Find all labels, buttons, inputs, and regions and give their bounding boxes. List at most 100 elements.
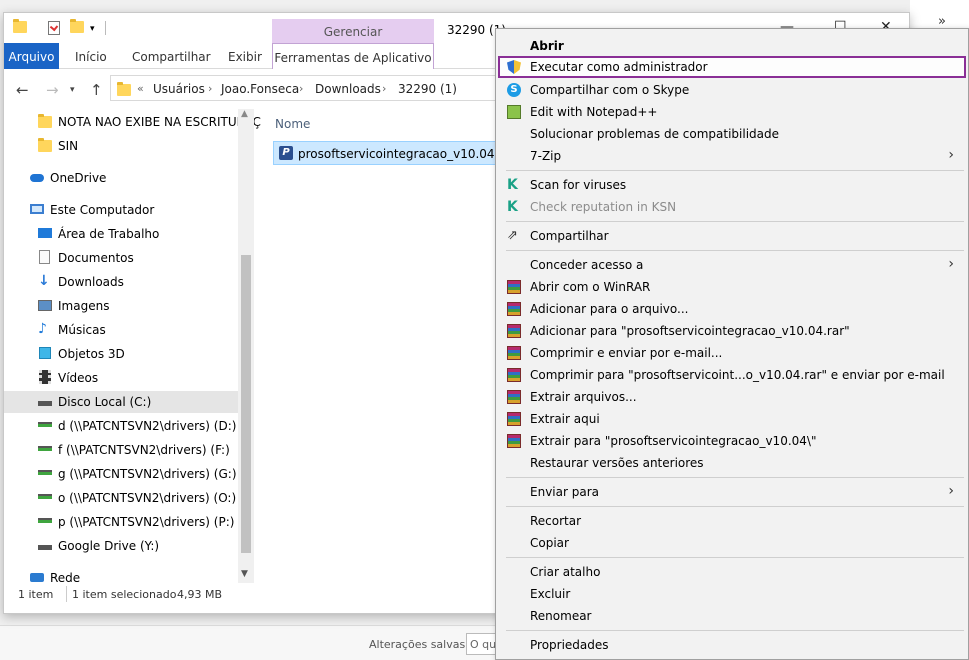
breadcrumb-current[interactable]: 32290 (1) bbox=[398, 82, 457, 96]
menu-item-solucionar-compatibilidade[interactable]: Solucionar problemas de compatibilidade bbox=[498, 123, 966, 145]
qat-dropdown-icon[interactable]: ▾ bbox=[90, 24, 95, 34]
column-header-name[interactable]: Nome bbox=[275, 117, 310, 131]
menu-item-excluir[interactable]: Excluir bbox=[498, 583, 966, 605]
menu-item-restaurar-versoes[interactable]: Restaurar versões anteriores bbox=[498, 452, 966, 474]
tab-ferramentas-aplicativo[interactable]: Ferramentas de Aplicativo bbox=[272, 43, 434, 69]
downloads-icon: ↓ bbox=[38, 273, 50, 289]
menu-item-extrair-aqui[interactable]: Extrair aqui bbox=[498, 408, 966, 430]
menu-separator bbox=[506, 477, 964, 478]
network-icon bbox=[30, 570, 44, 584]
music-icon: ♪ bbox=[38, 321, 47, 337]
menu-item-adicionar-arquivo[interactable]: Adicionar para o arquivo... bbox=[498, 298, 966, 320]
drive-icon bbox=[38, 538, 52, 552]
drive-icon bbox=[38, 394, 52, 408]
menu-item-extrair-para[interactable]: Extrair para "prosoftservicointegracao_v… bbox=[498, 430, 966, 452]
menu-item-scan-virus[interactable]: K Scan for viruses bbox=[498, 174, 966, 196]
nav-item-videos[interactable]: Vídeos bbox=[38, 367, 238, 389]
manage-tab-group: Gerenciar bbox=[272, 19, 434, 43]
menu-item-check-reputation-ksn: K Check reputation in KSN bbox=[507, 199, 677, 215]
tab-inicio[interactable]: Início bbox=[75, 43, 107, 69]
nav-item-nota[interactable]: NOTA NAO EXIBE NA ESCRITURAÇ bbox=[38, 111, 261, 133]
up-arrow-icon[interactable]: ↑ bbox=[90, 81, 103, 99]
folder-icon[interactable] bbox=[13, 19, 27, 35]
winrar-icon bbox=[507, 368, 521, 382]
file-row[interactable]: P prosoftservicointegracao_v10.04.exe bbox=[273, 141, 520, 165]
nav-item-este-computador[interactable]: Este Computador bbox=[30, 199, 230, 221]
nav-item-sin[interactable]: SIN bbox=[38, 135, 238, 157]
menu-item-copiar[interactable]: Copiar bbox=[498, 532, 966, 554]
tab-arquivo[interactable]: Arquivo bbox=[4, 43, 59, 69]
menu-item-adicionar-rar[interactable]: Adicionar para "prosoftservicointegracao… bbox=[498, 320, 966, 342]
menu-item-enviar-para[interactable]: Enviar para › bbox=[498, 481, 966, 503]
menu-item-criar-atalho[interactable]: Criar atalho bbox=[498, 561, 966, 583]
forward-arrow-icon[interactable]: → bbox=[46, 81, 59, 99]
nav-item-downloads[interactable]: ↓ Downloads bbox=[38, 271, 238, 293]
nav-pane-scrollbar[interactable]: ▲ ▼ bbox=[238, 109, 254, 583]
nav-item-drive-p[interactable]: p (\\PATCNTSVN2\drivers) (P:) bbox=[38, 511, 238, 533]
scroll-thumb[interactable] bbox=[241, 255, 251, 553]
nav-item-area-de-trabalho[interactable]: Área de Trabalho bbox=[38, 223, 238, 245]
new-folder-icon[interactable] bbox=[70, 19, 84, 35]
network-drive-icon bbox=[38, 418, 52, 432]
menu-item-recortar[interactable]: Recortar bbox=[498, 510, 966, 532]
status-size: 4,93 MB bbox=[177, 588, 223, 601]
background-chevron-icon[interactable]: » bbox=[938, 14, 946, 29]
onedrive-icon bbox=[30, 170, 44, 184]
menu-item-renomear[interactable]: Renomear bbox=[498, 605, 966, 627]
status-selection: 1 item selecionado bbox=[72, 588, 177, 601]
exe-icon: P bbox=[279, 146, 293, 160]
properties-icon[interactable] bbox=[48, 21, 60, 35]
menu-separator bbox=[506, 557, 964, 558]
nav-item-google-drive[interactable]: Google Drive (Y:) bbox=[38, 535, 238, 557]
network-drive-icon bbox=[38, 490, 52, 504]
winrar-icon bbox=[507, 390, 521, 404]
computer-icon bbox=[30, 202, 44, 216]
menu-item-abrir[interactable]: Abrir bbox=[498, 35, 966, 57]
nav-item-documentos[interactable]: Documentos bbox=[38, 247, 238, 269]
tab-exibir[interactable]: Exibir bbox=[228, 43, 262, 69]
nav-item-objetos-3d[interactable]: Objetos 3D bbox=[38, 343, 238, 365]
nav-item-drive-f[interactable]: f (\\PATCNTSVN2\drivers) (F:) bbox=[38, 439, 238, 461]
scroll-up-arrow-icon[interactable]: ▲ bbox=[241, 109, 248, 119]
tab-compartilhar[interactable]: Compartilhar bbox=[132, 43, 211, 69]
nav-item-imagens[interactable]: Imagens bbox=[38, 295, 238, 317]
menu-item-abrir-winrar[interactable]: Abrir com o WinRAR bbox=[498, 276, 966, 298]
network-drive-icon bbox=[38, 514, 52, 528]
nav-item-drive-o[interactable]: o (\\PATCNTSVN2\drivers) (O:) bbox=[38, 487, 238, 509]
breadcrumb-separator[interactable]: › bbox=[299, 82, 303, 95]
submenu-arrow-icon: › bbox=[948, 256, 954, 272]
menu-item-extrair-arquivos[interactable]: Extrair arquivos... bbox=[498, 386, 966, 408]
menu-item-compartilhar-skype[interactable]: S Compartilhar com o Skype bbox=[498, 79, 966, 101]
menu-item-compartilhar[interactable]: ⇗ Compartilhar bbox=[498, 225, 966, 247]
nav-item-drive-g[interactable]: g (\\PATCNTSVN2\drivers) (G:) bbox=[38, 463, 238, 485]
menu-item-comprimir-email[interactable]: Comprimir e enviar por e-mail... bbox=[498, 342, 966, 364]
back-arrow-icon[interactable]: ← bbox=[16, 81, 29, 99]
breadcrumb-separator[interactable]: › bbox=[382, 82, 386, 95]
videos-icon bbox=[38, 370, 52, 384]
nav-item-musicas[interactable]: ♪ Músicas bbox=[38, 319, 238, 341]
winrar-icon bbox=[507, 302, 521, 316]
menu-item-conceder-acesso[interactable]: Conceder acesso a › bbox=[498, 254, 966, 276]
nav-item-disco-local-c[interactable]: Disco Local (C:) bbox=[4, 391, 238, 413]
recent-locations-icon[interactable]: ▾ bbox=[70, 85, 75, 95]
menu-item-edit-notepadpp[interactable]: Edit with Notepad++ bbox=[498, 101, 966, 123]
nav-item-onedrive[interactable]: OneDrive bbox=[30, 167, 230, 189]
menu-item-comprimir-rar-email[interactable]: Comprimir para "prosoftservicoint...o_v1… bbox=[498, 364, 966, 386]
breadcrumb-separator[interactable]: › bbox=[208, 82, 212, 95]
menu-item-propriedades[interactable]: Propriedades bbox=[498, 634, 966, 656]
scroll-down-arrow-icon[interactable]: ▼ bbox=[241, 569, 248, 579]
menu-item-7zip[interactable]: 7-Zip › bbox=[498, 145, 966, 167]
winrar-icon bbox=[507, 346, 521, 360]
menu-item-executar-como-administrador[interactable]: Executar como administrador bbox=[498, 56, 966, 78]
breadcrumb-downloads[interactable]: Downloads bbox=[315, 82, 381, 96]
breadcrumb-overflow[interactable]: « bbox=[137, 82, 144, 95]
desktop-icon bbox=[38, 226, 52, 240]
breadcrumb-user[interactable]: Joao.Fonseca bbox=[221, 82, 299, 96]
background-saved-text: Alterações salvas bbox=[369, 638, 466, 651]
breadcrumb-usuarios[interactable]: Usuários bbox=[153, 82, 205, 96]
address-bar[interactable]: « Usuários › Joao.Fonseca › Downloads › … bbox=[110, 75, 530, 101]
network-drive-icon bbox=[38, 442, 52, 456]
nav-item-drive-d[interactable]: d (\\PATCNTSVN2\drivers) (D:) bbox=[38, 415, 238, 437]
submenu-arrow-icon: › bbox=[948, 147, 954, 163]
share-icon: ⇗ bbox=[507, 228, 518, 243]
